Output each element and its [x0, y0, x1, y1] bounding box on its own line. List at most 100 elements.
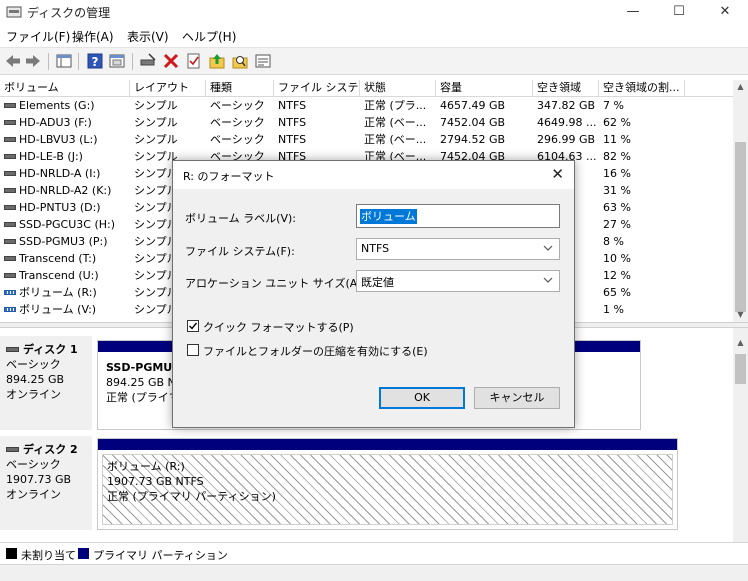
column-header-free-space[interactable]: 空き領域 — [533, 80, 599, 97]
disk-management-app-icon — [6, 6, 22, 18]
ok-button[interactable]: OK — [379, 387, 465, 409]
cell-text: 10 % — [603, 252, 631, 265]
cell-text: 1 % — [603, 303, 624, 316]
console-tree-icon[interactable] — [55, 52, 73, 70]
scroll-thumb[interactable] — [735, 142, 746, 312]
column-header-status[interactable]: 状態 — [360, 80, 436, 97]
menu-view[interactable]: 表示(V) — [127, 28, 169, 45]
quick-format-label[interactable]: クイック フォーマットする(P) — [203, 319, 354, 335]
drive-icon — [4, 102, 16, 108]
column-header-type[interactable]: 種類 — [206, 80, 274, 97]
back-arrow-icon[interactable] — [4, 52, 22, 70]
table-row[interactable]: Elements (G:) シンプル ベーシック NTFS 正常 (プラ... 4657.… — [0, 98, 733, 115]
volume-list-scrollbar[interactable]: ▲ ▼ — [733, 80, 748, 322]
cell-free-space: 347.82 GB — [533, 98, 599, 115]
close-button[interactable]: ✕ — [702, 0, 748, 25]
disk-1-label[interactable]: ディスク 1 ベーシック 894.25 GB オンライン — [0, 336, 92, 430]
disk-pane-scrollbar[interactable]: ▲ — [733, 328, 748, 542]
cell-type: ベーシック — [206, 132, 274, 149]
disk-2-label[interactable]: ディスク 2 ベーシック 1907.73 GB オンライン — [0, 436, 92, 530]
cell-volume: SSD-PGMU3 (P:) — [0, 234, 130, 251]
column-header-free-percent[interactable]: 空き領域の割... — [599, 80, 685, 97]
disk-status: オンライン — [6, 388, 61, 401]
cell-text: HD-PNTU3 (D:) — [19, 201, 101, 214]
cell-text: 11 % — [603, 133, 631, 146]
cell-layout: シンプル — [130, 98, 206, 115]
forward-arrow-icon[interactable] — [24, 52, 42, 70]
compression-checkbox[interactable] — [187, 344, 199, 356]
cell-volume: HD-ADU3 (F:) — [0, 115, 130, 132]
list-view-icon[interactable] — [254, 52, 272, 70]
cell-layout: シンプル — [130, 115, 206, 132]
cell-capacity: 4657.49 GB — [436, 98, 533, 115]
scroll-up-icon[interactable]: ▲ — [733, 80, 748, 94]
cell-text: NTFS — [278, 116, 307, 129]
cell-capacity: 2794.52 GB — [436, 132, 533, 149]
column-header-layout[interactable]: レイアウト — [130, 80, 206, 97]
column-header-capacity[interactable]: 容量 — [436, 80, 533, 97]
drive-icon — [4, 136, 16, 142]
quick-format-checkbox[interactable] — [187, 320, 199, 332]
cell-text: 7452.04 GB — [440, 116, 506, 129]
cell-text: ベーシック — [210, 99, 265, 112]
cell-volume: Transcend (U:) — [0, 268, 130, 285]
check-document-icon[interactable] — [185, 52, 203, 70]
cell-filesystem: NTFS — [274, 115, 360, 132]
cell-volume: HD-LBVU3 (L:) — [0, 132, 130, 149]
cell-text: 12 % — [603, 269, 631, 282]
scroll-down-icon[interactable]: ▼ — [733, 308, 748, 322]
cell-free-percent: 10 % — [599, 251, 685, 268]
drive-icon — [4, 238, 16, 244]
cell-text: 63 % — [603, 201, 631, 214]
scroll-thumb[interactable] — [735, 354, 746, 384]
volume-label-input[interactable]: ボリューム — [356, 204, 560, 228]
table-row[interactable]: HD-ADU3 (F:) シンプル ベーシック NTFS 正常 (ベー... 7452.0… — [0, 115, 733, 132]
search-folder-icon[interactable] — [231, 52, 249, 70]
cell-free-percent: 63 % — [599, 200, 685, 217]
chevron-down-icon — [543, 245, 553, 251]
cancel-button[interactable]: キャンセル — [474, 387, 560, 409]
disk-2-partition[interactable]: ボリューム (R:) 1907.73 GB NTFS 正常 (プライマリ パーテ… — [97, 438, 678, 530]
allocation-unit-select[interactable]: 既定値 — [356, 270, 560, 292]
volume-label-caption: ボリューム ラベル(V): — [185, 212, 296, 225]
menu-file[interactable]: ファイル(F) — [6, 28, 70, 45]
column-header-volume[interactable]: ボリューム — [0, 80, 130, 97]
filesystem-value: NTFS — [361, 242, 390, 255]
drive-icon — [4, 306, 16, 312]
connect-drive-icon[interactable] — [139, 52, 157, 70]
unallocated-swatch — [6, 548, 17, 559]
cell-text: ボリューム (R:) — [19, 286, 97, 299]
disk-type: ベーシック — [6, 458, 61, 471]
cell-text: HD-ADU3 (F:) — [19, 116, 92, 129]
cell-free-space: 4649.98 ... — [533, 115, 599, 132]
cell-volume: HD-NRLD-A2 (K:) — [0, 183, 130, 200]
drive-icon — [4, 289, 16, 295]
cell-text: 2794.52 GB — [440, 133, 506, 146]
cell-text: HD-NRLD-A (I:) — [19, 167, 101, 180]
delete-icon[interactable] — [162, 52, 180, 70]
help-icon[interactable]: ? — [86, 52, 104, 70]
filesystem-select[interactable]: NTFS — [356, 238, 560, 260]
cell-text: 16 % — [603, 167, 631, 180]
cell-volume: ボリューム (V:) — [0, 302, 130, 319]
column-header-filesystem[interactable]: ファイル システム — [274, 80, 360, 97]
scroll-up-icon[interactable]: ▲ — [733, 336, 748, 350]
cell-text: 正常 (ベー... — [364, 116, 427, 129]
dialog-close-icon[interactable]: ✕ — [551, 165, 564, 183]
upload-folder-icon[interactable] — [208, 52, 226, 70]
cell-text: 82 % — [603, 150, 631, 163]
compression-label[interactable]: ファイルとフォルダーの圧縮を有効にする(E) — [203, 343, 428, 359]
dialog-title: R: のフォーマット — [183, 170, 275, 183]
cell-text: 7 % — [603, 99, 624, 112]
disk-name: ディスク 2 — [23, 443, 78, 456]
minimize-button[interactable]: — — [610, 0, 656, 25]
maximize-button[interactable]: ☐ — [656, 0, 702, 25]
menu-help[interactable]: ヘルプ(H) — [182, 28, 236, 45]
cell-text: ベーシック — [210, 133, 265, 146]
properties-icon[interactable] — [108, 52, 126, 70]
menu-action[interactable]: 操作(A) — [72, 28, 114, 45]
disk-status: オンライン — [6, 488, 61, 501]
format-dialog: R: のフォーマット ✕ ボリューム ラベル(V): ボリューム ファイル シス… — [172, 160, 575, 428]
cell-text: 4649.98 ... — [537, 116, 597, 129]
table-row[interactable]: HD-LBVU3 (L:) シンプル ベーシック NTFS 正常 (ベー... 2794.… — [0, 132, 733, 149]
